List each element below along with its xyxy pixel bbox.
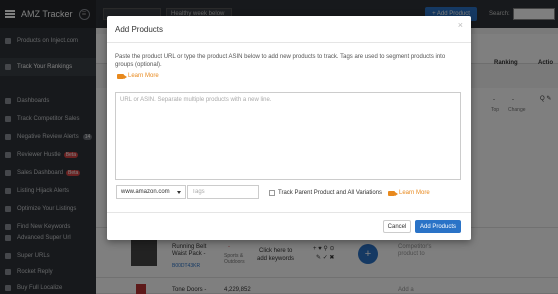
- cancel-button[interactable]: Cancel: [383, 220, 411, 233]
- track-parent-label[interactable]: Track Parent Product and All Variations: [278, 190, 382, 196]
- track-parent-checkbox[interactable]: [269, 190, 275, 196]
- learn-more-link[interactable]: Learn More: [117, 73, 159, 79]
- close-icon[interactable]: ×: [458, 20, 463, 30]
- caret-down-icon: [177, 190, 181, 194]
- video-icon: [117, 73, 127, 79]
- learn-more-label: Learn More: [399, 190, 430, 196]
- modal-title: Add Products: [115, 25, 164, 34]
- marketplace-select[interactable]: www.amazon.com: [116, 185, 186, 199]
- marketplace-value: www.amazon.com: [121, 189, 170, 195]
- modal-header: Add Products ×: [107, 16, 471, 43]
- modal-instructions: Paste the product URL or type the produc…: [115, 54, 446, 68]
- tags-input[interactable]: [187, 185, 259, 199]
- learn-more-link-2[interactable]: Learn More: [388, 190, 430, 196]
- asin-textarea[interactable]: [115, 92, 461, 180]
- add-products-button[interactable]: Add Products: [415, 220, 461, 233]
- learn-more-label: Learn More: [128, 73, 159, 79]
- add-products-modal: Add Products × Paste the product URL or …: [107, 16, 471, 240]
- modal-footer-divider: [107, 212, 471, 213]
- video-icon: [388, 190, 398, 196]
